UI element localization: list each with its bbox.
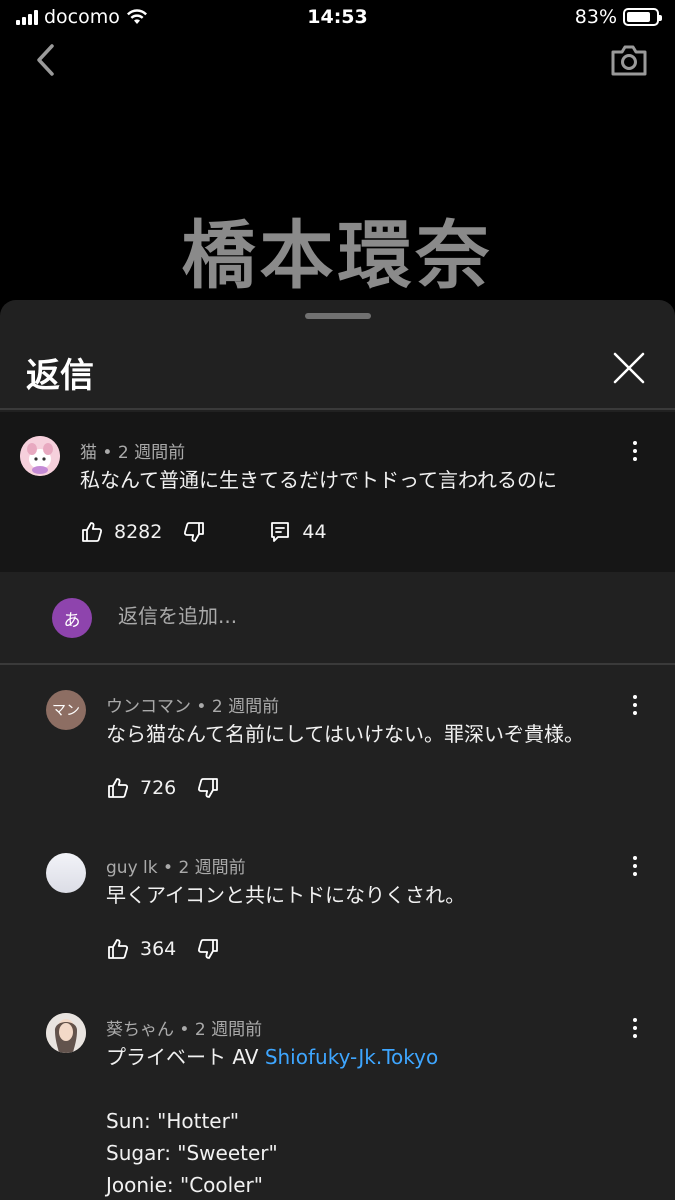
close-button[interactable]	[611, 350, 647, 386]
reply-button[interactable]	[266, 518, 294, 546]
reply-actions: 364	[104, 935, 222, 963]
like-button[interactable]	[78, 518, 106, 546]
replies-sheet: 返信 猫 • 2 週間前 私なんて普通に生きてるだけでトドって言われるのに 82…	[0, 300, 675, 1200]
thumb-down-icon	[184, 522, 205, 542]
more-vertical-icon	[633, 441, 637, 445]
more-vertical-icon	[633, 695, 637, 699]
like-button[interactable]	[104, 774, 132, 802]
status-bar: docomo 14:53 83%	[0, 0, 675, 36]
like-count: 726	[140, 777, 177, 799]
reply-meta: guy lk • 2 週間前	[106, 853, 246, 878]
thumb-down-icon	[198, 778, 219, 798]
reply-item: 葵ちゃん • 2 週間前 プライベート AV Shiofuky-Jk.Tokyo…	[0, 1007, 675, 1200]
avatar[interactable]: マン	[46, 690, 86, 730]
comment-actions: 8282 44	[78, 518, 327, 546]
comment-text: 私なんて普通に生きてるだけでトドって言われるのに	[80, 468, 557, 492]
video-player[interactable]: 橋本環奈	[0, 36, 675, 300]
meta-separator: •	[174, 1020, 195, 1040]
back-button[interactable]	[30, 42, 66, 78]
thumb-up-icon	[108, 778, 129, 798]
sheet-title: 返信	[26, 356, 94, 396]
reply-author[interactable]: guy lk	[106, 858, 158, 878]
reply-item: guy lk • 2 週間前 早くアイコンと共にトドになりくされ。 364	[0, 845, 675, 995]
meta-separator: •	[97, 443, 118, 463]
add-reply-input[interactable]	[118, 604, 618, 628]
reply-author[interactable]: 葵ちゃん	[106, 1020, 174, 1040]
thumb-up-icon	[108, 939, 129, 959]
status-right: 83%	[574, 6, 662, 28]
like-button[interactable]	[104, 935, 132, 963]
reply-text: 早くアイコンと共にトドになりくされ。	[106, 883, 466, 907]
thumb-down-icon	[198, 939, 219, 959]
reply-text-line: Joonie: "Cooler"	[106, 1173, 263, 1197]
comment-time: 2 週間前	[117, 443, 186, 463]
user-avatar[interactable]: あ	[52, 598, 92, 638]
more-options-button[interactable]	[623, 1013, 647, 1043]
avatar-character-icon	[20, 436, 60, 476]
reply-text-line: Sun: "Hotter"	[106, 1109, 240, 1133]
drag-handle[interactable]	[305, 313, 371, 319]
reply-text-prefix: プライベート AV	[106, 1045, 265, 1069]
close-icon	[613, 352, 645, 384]
reply-time: 2 週間前	[194, 1020, 263, 1040]
reply-meta: ウンコマン • 2 週間前	[106, 692, 279, 717]
more-options-button[interactable]	[623, 436, 647, 466]
avatar[interactable]	[20, 436, 60, 476]
avatar-photo-icon	[46, 1013, 86, 1053]
more-vertical-icon	[633, 856, 637, 860]
battery-percent: 83%	[574, 6, 617, 28]
meta-separator: •	[157, 858, 179, 878]
header-divider	[0, 408, 675, 410]
reply-count: 44	[302, 521, 327, 543]
reply-actions: 726	[104, 774, 222, 802]
reply-text-line: Sugar: "Sweeter"	[106, 1141, 278, 1165]
dislike-button[interactable]	[194, 935, 222, 963]
reply-text: プライベート AV Shiofuky-Jk.Tokyo	[106, 1041, 438, 1073]
parent-comment: 猫 • 2 週間前 私なんて普通に生きてるだけでトドって言われるのに 8282	[0, 412, 675, 572]
video-title-overlay: 橋本環奈	[181, 213, 494, 299]
reply-divider	[0, 663, 675, 665]
battery-icon	[623, 8, 662, 26]
dislike-button[interactable]	[194, 774, 222, 802]
like-count: 8282	[114, 521, 163, 543]
avatar[interactable]	[46, 853, 86, 893]
avatar[interactable]	[46, 1013, 86, 1053]
reply-time: 2 週間前	[211, 697, 280, 717]
reply-text: なら猫なんて名前にしてはいけない。罪深いぞ貴様。	[106, 722, 584, 746]
comment-author[interactable]: 猫	[80, 443, 97, 463]
reply-meta: 葵ちゃん • 2 週間前	[106, 1015, 262, 1040]
thumb-up-icon	[82, 522, 103, 542]
back-chevron-icon	[37, 44, 54, 76]
meta-separator: •	[191, 697, 212, 717]
reply-link[interactable]: Shiofuky-Jk.Tokyo	[265, 1045, 438, 1069]
more-vertical-icon	[633, 1018, 637, 1022]
camera-button[interactable]	[609, 40, 649, 80]
battery-level-fill	[627, 12, 651, 22]
comment-meta: 猫 • 2 週間前	[80, 438, 185, 463]
clock: 14:53	[307, 6, 368, 28]
more-options-button[interactable]	[623, 851, 647, 881]
reply-author[interactable]: ウンコマン	[106, 697, 191, 717]
sheet-header: 返信	[0, 340, 675, 410]
more-options-button[interactable]	[623, 690, 647, 720]
comment-icon	[271, 522, 290, 542]
add-reply-row: あ	[0, 572, 675, 664]
like-count: 364	[140, 938, 177, 960]
camera-icon	[611, 45, 647, 76]
reply-time: 2 週間前	[178, 858, 246, 878]
dislike-button[interactable]	[180, 518, 208, 546]
reply-item: マン ウンコマン • 2 週間前 なら猫なんて名前にしてはいけない。罪深いぞ貴様…	[0, 684, 675, 834]
